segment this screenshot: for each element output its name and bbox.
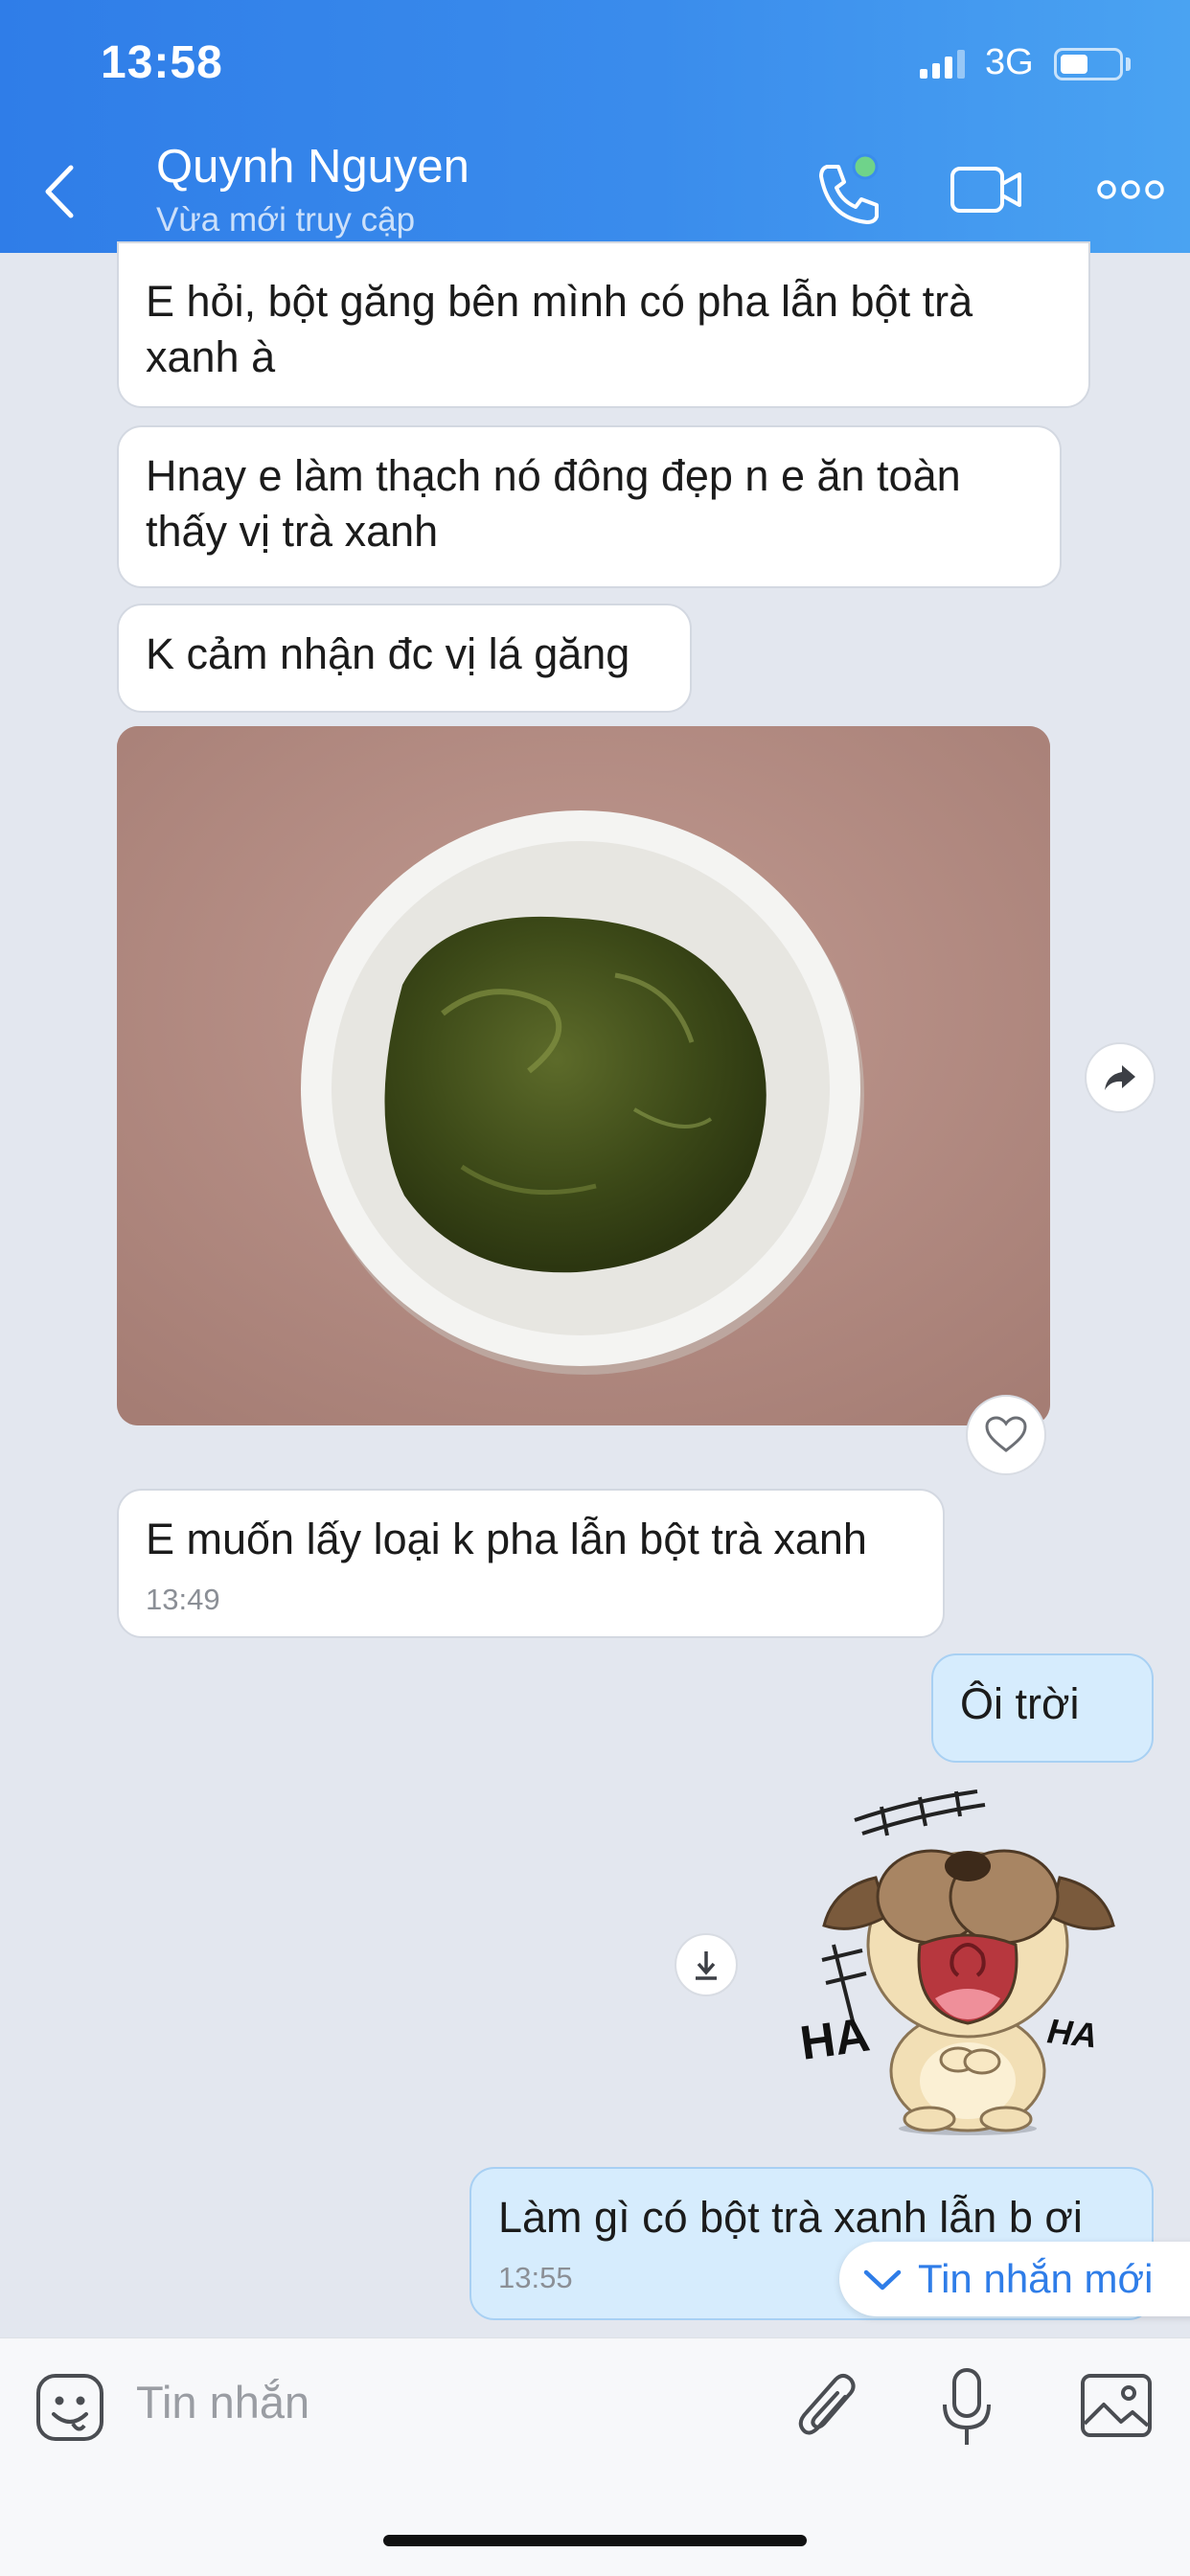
heart-icon [985,1416,1027,1452]
share-forward-button[interactable] [1085,1042,1156,1113]
network-type: 3G [985,42,1034,82]
message-bubble[interactable]: E hỏi, bột găng bên mình có pha lẫn bột … [117,241,1090,408]
react-heart-button[interactable] [966,1395,1046,1475]
message-text: Hnay e làm thạch nó đông đẹp n e ăn toàn… [146,451,961,556]
download-icon [696,1951,717,1980]
new-messages-button[interactable]: Tin nhắn mới [839,2242,1190,2316]
new-messages-label: Tin nhắn mới [918,2256,1154,2301]
sticker-text-right: HA [1045,2011,1099,2055]
forward-arrow-icon [1105,1065,1135,1090]
message-text: E muốn lấy loại k pha lẫn bột trà xanh [146,1515,867,1563]
sticker-text-left: HA [797,2007,873,2070]
status-time: 13:58 [101,37,223,88]
video-camera-icon[interactable] [949,161,1025,218]
phone-icon[interactable] [810,153,886,230]
message-text: Ôi trời [960,1679,1080,1728]
download-button[interactable] [675,1933,738,1996]
message-bubble[interactable]: Hnay e làm thạch nó đông đẹp n e ăn toàn… [117,425,1062,588]
message-text: Làm gì có bột trà xanh lẫn b ơi [498,2193,1083,2242]
contact-status: Vừa mới truy cập [156,201,416,239]
more-dots-icon[interactable] [1097,178,1164,201]
chat-header: 13:58 3G Quynh Nguyen Vừa mới truy cập [0,0,1190,253]
message-bubble[interactable]: K cảm nhận đc vị lá găng [117,604,692,713]
contact-name[interactable]: Quynh Nguyen [156,140,469,194]
chevron-down-icon [863,2269,902,2291]
message-time: 13:49 [146,1583,220,1616]
home-indicator [383,2535,807,2546]
signal-icon [920,50,965,79]
my-message-bubble[interactable]: Ôi trời [931,1653,1154,1763]
jelly-bowl-image [117,726,1050,1425]
battery-tip [1126,57,1131,71]
message-photo[interactable] [117,726,1050,1425]
laughing-pug-sticker[interactable]: HA HA [795,1772,1121,2136]
battery-icon [1054,48,1123,80]
back-chevron-icon[interactable] [38,158,86,225]
emoji-sticker-icon[interactable] [34,2372,105,2443]
message-text: E hỏi, bột găng bên mình có pha lẫn bột … [146,277,973,381]
paperclip-icon[interactable] [795,2370,862,2447]
image-gallery-icon[interactable] [1079,2372,1154,2439]
message-bubble[interactable]: E muốn lấy loại k pha lẫn bột trà xanh 1… [117,1489,945,1638]
microphone-icon[interactable] [937,2366,996,2451]
message-input[interactable]: Tin nhắn [136,2376,309,2428]
message-text: K cảm nhận đc vị lá găng [146,629,630,678]
